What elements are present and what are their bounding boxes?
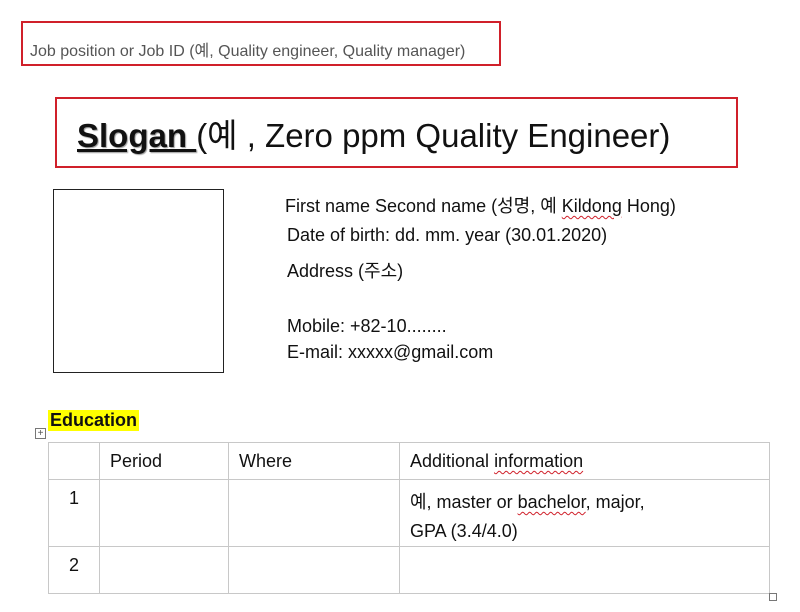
table-move-icon[interactable]: + <box>35 428 46 439</box>
header-cell[interactable]: Additional information <box>399 442 770 480</box>
slogan-text: (예 , Zero ppm Quality Engineer) <box>196 117 671 154</box>
date-of-birth: Date of birth: dd. mm. year (30.01.2020) <box>287 225 608 245</box>
name-suffix: Hong) <box>621 196 676 216</box>
row-number-cell[interactable]: 2 <box>48 546 100 594</box>
spellcheck-word: information <box>494 451 584 471</box>
header-cell[interactable] <box>48 442 100 480</box>
name-line: First name Second name (성명, 예 Kildong Ho… <box>285 192 676 218</box>
row-number-cell[interactable]: 1 <box>48 479 100 547</box>
spellcheck-word: bachelor <box>517 492 586 512</box>
info-line: GPA (3.4/4.0) <box>410 521 518 541</box>
slogan-keyword: Slogan <box>77 117 197 154</box>
job-position-box[interactable]: Job position or Job ID (예, Quality engin… <box>21 21 501 66</box>
education-heading: Education <box>48 410 140 431</box>
info-cell[interactable]: 예, master or bachelor, major, GPA (3.4/4… <box>399 479 770 547</box>
education-table: Period Where Additional information 1 예,… <box>48 442 770 594</box>
info-cell[interactable] <box>399 546 770 594</box>
address: Address (주소) <box>287 261 404 281</box>
table-row: 1 예, master or bachelor, major, GPA (3.4… <box>48 479 770 547</box>
period-cell[interactable] <box>99 479 229 547</box>
where-cell[interactable] <box>228 479 400 547</box>
name-prefix: First name Second name (성명, 예 <box>285 196 562 216</box>
name-given: Kildong <box>561 196 622 216</box>
slogan-line: Slogan (예 , Zero ppm Quality Engineer) <box>77 109 670 157</box>
period-cell[interactable] <box>99 546 229 594</box>
info-line: 예, master or bachelor, major, <box>410 492 645 512</box>
table-header-row: Period Where Additional information <box>48 442 770 480</box>
table-resize-handle[interactable] <box>769 593 777 601</box>
where-cell[interactable] <box>228 546 400 594</box>
email: E-mail: xxxxx@gmail.com <box>287 342 494 362</box>
header-cell[interactable]: Period <box>99 442 229 480</box>
header-cell[interactable]: Where <box>228 442 400 480</box>
header-additional-info: Additional information <box>410 451 584 471</box>
slogan-box[interactable]: Slogan (예 , Zero ppm Quality Engineer) <box>55 97 738 168</box>
photo-placeholder[interactable] <box>53 189 224 373</box>
job-position-text: Job position or Job ID (예, Quality engin… <box>30 43 466 60</box>
table-row: 2 <box>48 546 770 594</box>
mobile: Mobile: +82-10........ <box>287 316 447 336</box>
